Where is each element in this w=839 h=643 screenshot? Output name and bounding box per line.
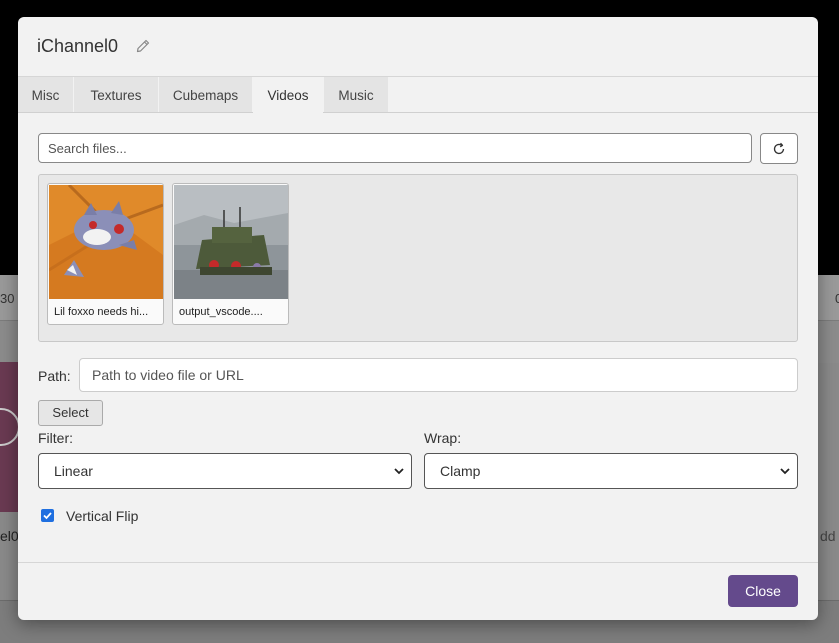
video-thumbnail — [49, 185, 163, 299]
vertical-flip-label[interactable]: Vertical Flip — [66, 508, 138, 524]
search-input[interactable] — [38, 133, 752, 163]
wrap-label: Wrap: — [424, 430, 462, 446]
filter-label: Filter: — [38, 430, 73, 446]
tab-music[interactable]: Music — [324, 77, 388, 112]
wrap-select[interactable]: Clamp — [424, 453, 798, 489]
refresh-button[interactable] — [760, 133, 798, 164]
filter-select-value: Linear — [54, 463, 93, 479]
footer-divider — [18, 562, 818, 563]
close-button[interactable]: Close — [728, 575, 798, 607]
wrap-select-value: Clamp — [440, 463, 481, 479]
channel-modal: iChannel0 Misc Textures Cubemaps Videos … — [18, 17, 818, 620]
video-card-name: Lil foxxo needs hi... — [54, 306, 149, 318]
tab-misc[interactable]: Misc — [18, 77, 73, 112]
backdrop-right-label: dd — [820, 528, 836, 544]
video-thumbnail — [174, 185, 288, 299]
select-button[interactable]: Select — [38, 400, 103, 426]
modal-header: iChannel0 — [18, 17, 818, 77]
modal-title: iChannel0 — [37, 36, 119, 56]
pencil-icon[interactable] — [135, 38, 151, 54]
tab-cubemaps[interactable]: Cubemaps — [159, 77, 252, 112]
video-card[interactable]: output_vscode.... — [172, 183, 289, 325]
chevron-down-icon — [394, 468, 404, 475]
checkmark-icon — [43, 512, 52, 520]
file-grid: Lil foxxo needs hi... output_vscode.... — [38, 174, 798, 342]
backdrop-left-label: el0 — [0, 528, 19, 544]
path-input[interactable] — [79, 358, 798, 392]
tab-textures[interactable]: Textures — [74, 77, 158, 112]
video-card[interactable]: Lil foxxo needs hi... — [47, 183, 164, 325]
tab-bar: Misc Textures Cubemaps Videos Music — [18, 77, 818, 113]
refresh-icon — [773, 142, 785, 155]
filter-select[interactable]: Linear — [38, 453, 412, 489]
backdrop-left-number: 30 — [0, 291, 15, 306]
path-label: Path: — [38, 368, 71, 384]
video-card-name: output_vscode.... — [179, 306, 263, 318]
backdrop-right-number: 0 — [835, 291, 839, 306]
chevron-down-icon — [780, 468, 790, 475]
tab-videos[interactable]: Videos — [253, 77, 323, 113]
vertical-flip-checkbox[interactable] — [41, 509, 54, 522]
